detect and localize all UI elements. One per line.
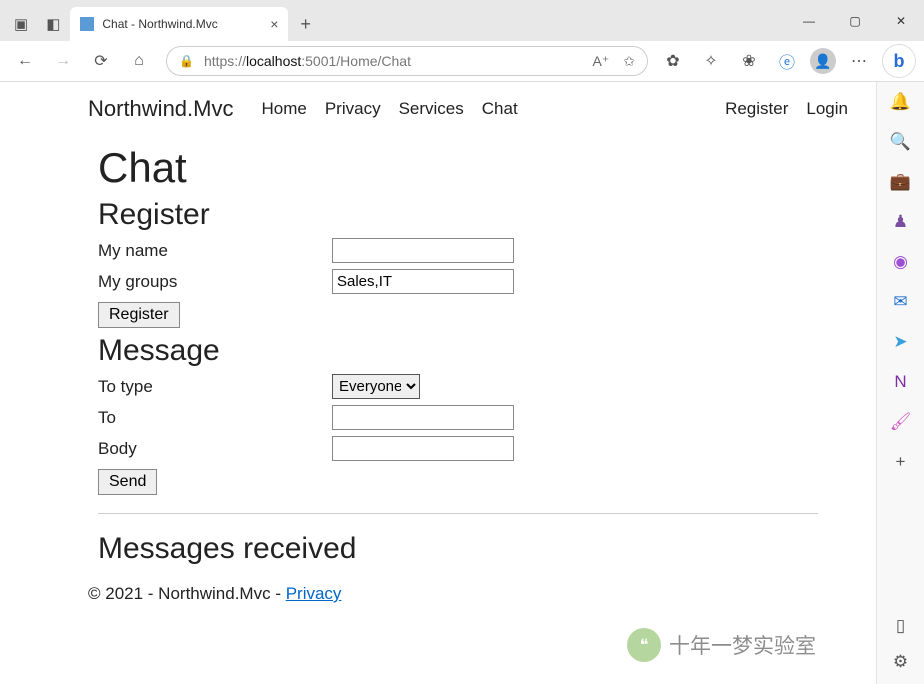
register-button[interactable]: Register: [98, 302, 180, 328]
page-viewport: Northwind.Mvc Home Privacy Services Chat…: [0, 82, 876, 684]
received-heading: Messages received: [98, 532, 848, 566]
close-window-button[interactable]: ✕: [878, 5, 924, 37]
url-host: localhost: [246, 53, 301, 69]
refresh-button[interactable]: ⟳: [84, 45, 118, 77]
profile-avatar[interactable]: 👤: [810, 48, 836, 74]
tab-spacer: ▣ ◧: [8, 15, 70, 41]
toolbar-right: ✿ ✧ ❀ ⓔ 👤 ⋯ b: [658, 44, 916, 78]
favorites-icon[interactable]: ✧: [696, 46, 726, 76]
body-label: Body: [98, 439, 332, 459]
separator: [98, 513, 818, 514]
url-text: https://localhost:5001/Home/Chat: [204, 53, 411, 69]
brand[interactable]: Northwind.Mvc: [88, 96, 233, 122]
minimize-button[interactable]: —: [786, 5, 832, 37]
url-path: :5001/Home/Chat: [301, 53, 411, 69]
name-label: My name: [98, 241, 332, 261]
extensions-icon[interactable]: ✿: [658, 46, 688, 76]
footer: © 2021 - Northwind.Mvc - Privacy: [0, 566, 876, 604]
browser-tab[interactable]: Chat - Northwind.Mvc ×: [70, 7, 288, 41]
message-heading: Message: [98, 334, 848, 368]
workspace-icon[interactable]: ▣: [14, 15, 28, 33]
back-button[interactable]: ←: [8, 45, 42, 77]
shopping-icon[interactable]: 💼: [889, 170, 913, 194]
nav-register[interactable]: Register: [725, 99, 788, 119]
lock-icon: 🔒: [179, 54, 194, 68]
collections-icon[interactable]: ❀: [734, 46, 764, 76]
games-icon[interactable]: ♟: [889, 210, 913, 234]
read-aloud-icon[interactable]: A⁺: [593, 53, 610, 70]
tab-favicon: [80, 17, 94, 31]
tabs-icon[interactable]: ◧: [46, 15, 60, 33]
browser-titlebar: ▣ ◧ Chat - Northwind.Mvc × + — ▢ ✕: [0, 0, 924, 41]
to-input[interactable]: [332, 405, 514, 430]
send-icon[interactable]: ➤: [889, 330, 913, 354]
settings-icon[interactable]: ⚙: [889, 650, 913, 674]
nav-chat[interactable]: Chat: [482, 99, 518, 119]
copyright: © 2021 - Northwind.Mvc -: [88, 584, 286, 603]
address-bar[interactable]: 🔒 https://localhost:5001/Home/Chat A⁺ ✩: [166, 46, 648, 76]
search-icon[interactable]: 🔍: [889, 130, 913, 154]
collapse-sidebar-icon[interactable]: ▯: [889, 614, 913, 638]
nav-services[interactable]: Services: [399, 99, 464, 119]
onenote-icon[interactable]: N: [889, 370, 913, 394]
nav-home[interactable]: Home: [261, 99, 306, 119]
site-nav: Northwind.Mvc Home Privacy Services Chat…: [0, 82, 876, 130]
url-prefix: https://: [204, 53, 246, 69]
name-input[interactable]: [332, 238, 514, 263]
tools-icon[interactable]: 🖌: [889, 410, 913, 434]
to-label: To: [98, 408, 332, 428]
address-bar-icons: A⁺ ✩: [593, 53, 635, 70]
office-icon[interactable]: ◉: [889, 250, 913, 274]
browser-toolbar: ← → ⟳ ⌂ 🔒 https://localhost:5001/Home/Ch…: [0, 41, 924, 82]
main-content: Chat Register My name My groups Register…: [0, 130, 876, 566]
bing-icon[interactable]: b: [882, 44, 916, 78]
nav-privacy[interactable]: Privacy: [325, 99, 381, 119]
body-input[interactable]: [332, 436, 514, 461]
edge-sidebar: 🔔 🔍 💼 ♟ ◉ ✉ ➤ N 🖌 + ▯ ⚙: [876, 82, 924, 684]
page-title: Chat: [98, 144, 848, 192]
groups-label: My groups: [98, 272, 332, 292]
nav-login[interactable]: Login: [806, 99, 848, 119]
maximize-button[interactable]: ▢: [832, 5, 878, 37]
close-tab-icon[interactable]: ×: [270, 16, 278, 32]
watermark: ❝ 十年一梦实验室: [627, 628, 816, 662]
outlook-icon[interactable]: ✉: [889, 290, 913, 314]
menu-icon[interactable]: ⋯: [844, 46, 874, 76]
tab-title: Chat - Northwind.Mvc: [102, 17, 217, 31]
groups-input[interactable]: [332, 269, 514, 294]
ie-mode-icon[interactable]: ⓔ: [772, 46, 802, 76]
new-tab-button[interactable]: +: [288, 14, 323, 41]
footer-privacy-link[interactable]: Privacy: [286, 584, 342, 603]
watermark-icon: ❝: [627, 628, 661, 662]
home-button[interactable]: ⌂: [122, 45, 156, 77]
watermark-text: 十年一梦实验室: [669, 630, 816, 660]
forward-button: →: [46, 45, 80, 77]
add-sidebar-icon[interactable]: +: [889, 450, 913, 474]
totype-label: To type: [98, 377, 332, 397]
totype-select[interactable]: Everyone: [332, 374, 420, 399]
send-button[interactable]: Send: [98, 469, 157, 495]
register-heading: Register: [98, 198, 848, 232]
favorite-icon[interactable]: ✩: [623, 53, 635, 70]
notifications-icon[interactable]: 🔔: [889, 90, 913, 114]
window-controls: — ▢ ✕: [786, 0, 924, 41]
